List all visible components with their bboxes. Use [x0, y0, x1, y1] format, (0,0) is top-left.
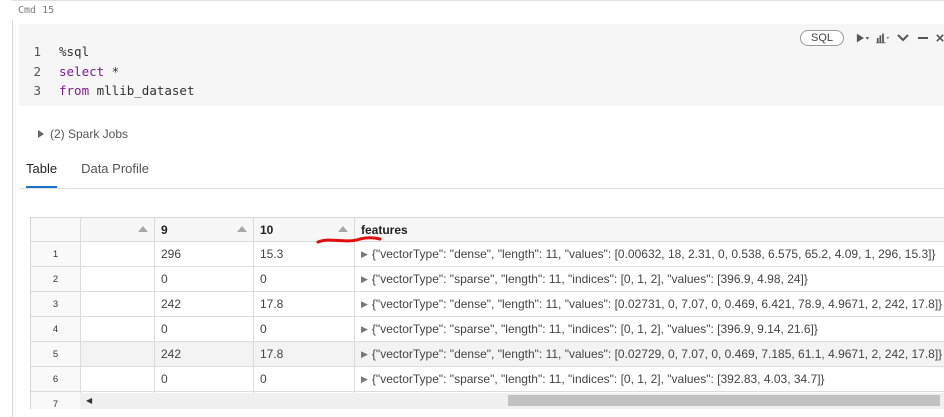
- table-row: 6 0 0 ▶ {"vectorType": "sparse", "length"…: [31, 367, 944, 392]
- expand-caret-icon[interactable]: ▶: [361, 249, 368, 260]
- code-text: %sql: [59, 44, 90, 59]
- column-header[interactable]: features: [355, 218, 944, 241]
- table-cell: [81, 242, 155, 266]
- table-cell: [81, 267, 155, 291]
- table-cell: 0: [254, 317, 355, 341]
- scroll-left-icon[interactable]: ◀: [86, 396, 92, 405]
- sort-arrow-icon[interactable]: [237, 226, 247, 232]
- table-cell: ▶ {"vectorType": "dense", "length": 11, "…: [355, 242, 944, 266]
- results-table: 9 10 features 1 296 15.3 ▶ {"vectorType":…: [30, 217, 944, 409]
- table-cell: 17.8: [254, 292, 355, 316]
- table-cell: [81, 292, 155, 316]
- table-cell: [81, 342, 155, 366]
- row-index: 2: [31, 267, 81, 291]
- column-header[interactable]: [81, 218, 155, 241]
- expand-caret-icon[interactable]: ▶: [361, 349, 368, 360]
- caret-right-icon: [38, 130, 44, 138]
- language-badge[interactable]: SQL: [799, 30, 844, 46]
- minimize-icon[interactable]: [916, 31, 930, 45]
- table-cell: 0: [155, 317, 254, 341]
- cell-top-divider: [12, 0, 944, 1]
- table-cell: 242: [155, 292, 254, 316]
- spark-jobs-toggle[interactable]: (2) Spark Jobs: [38, 127, 128, 141]
- table-row: 4 0 0 ▶ {"vectorType": "sparse", "length"…: [31, 317, 944, 342]
- sort-arrow-icon[interactable]: [338, 226, 348, 232]
- table-cell: ▶ {"vectorType": "dense", "length": 11, "…: [355, 342, 944, 366]
- line-number: 3: [33, 83, 41, 98]
- tabs-divider: [19, 188, 944, 189]
- table-cell: ▶ {"vectorType": "sparse", "length": 11, …: [355, 317, 944, 341]
- table-cell: 0: [254, 267, 355, 291]
- table-cell: [81, 317, 155, 341]
- cell-toolbar: SQL: [799, 28, 944, 48]
- features-value: {"vectorType": "dense", "length": 11, "v…: [371, 347, 943, 361]
- table-cell: ▶ {"vectorType": "dense", "length": 11, "…: [355, 292, 944, 316]
- tab-table[interactable]: Table: [26, 161, 58, 188]
- expand-caret-icon[interactable]: ▶: [361, 374, 368, 385]
- code-keyword: from: [59, 83, 90, 98]
- spark-jobs-label: (2) Spark Jobs: [50, 127, 129, 141]
- table-cell: 0: [254, 367, 355, 391]
- code-text: mllib_dataset: [89, 83, 195, 98]
- column-header-label: 10: [260, 222, 274, 237]
- chevron-down-icon[interactable]: [896, 31, 910, 45]
- code-line[interactable]: 2 select *: [19, 62, 119, 81]
- table-row: 2 0 0 ▶ {"vectorType": "sparse", "length"…: [31, 267, 944, 292]
- table-cell: 0: [155, 367, 254, 391]
- table-cell: 242: [155, 342, 254, 366]
- column-header[interactable]: 9: [155, 218, 254, 241]
- row-index: 6: [31, 367, 81, 391]
- code-line[interactable]: 1 %sql: [19, 42, 89, 61]
- features-value: {"vectorType": "sparse", "length": 11, "…: [371, 372, 825, 386]
- scrollbar-thumb[interactable]: [508, 395, 940, 406]
- table-cell: 0: [155, 267, 254, 291]
- sort-arrow-icon[interactable]: [138, 226, 148, 232]
- run-icon[interactable]: [856, 31, 870, 45]
- table-cell: 17.8: [254, 342, 355, 366]
- result-tabs: Table Data Profile: [26, 161, 149, 188]
- tab-data-profile[interactable]: Data Profile: [81, 161, 149, 188]
- table-row: 1 296 15.3 ▶ {"vectorType": "dense", "len…: [31, 242, 944, 267]
- row-index: 1: [31, 242, 81, 266]
- expand-caret-icon[interactable]: ▶: [361, 274, 368, 285]
- row-index: 4: [31, 317, 81, 341]
- code-line[interactable]: 3 from mllib_dataset: [19, 81, 194, 100]
- chart-icon[interactable]: [876, 31, 890, 45]
- row-index: 3: [31, 292, 81, 316]
- table-row: 3 242 17.8 ▶ {"vectorType": "dense", "len…: [31, 292, 944, 317]
- features-value: {"vectorType": "dense", "length": 11, "v…: [371, 247, 936, 261]
- table-cell: 296: [155, 242, 254, 266]
- annotation-underline: [316, 236, 382, 244]
- features-value: {"vectorType": "dense", "length": 11, "v…: [371, 297, 943, 311]
- code-text: *: [104, 64, 120, 79]
- table-cell: ▶ {"vectorType": "sparse", "length": 11, …: [355, 267, 944, 291]
- table-cell: [81, 367, 155, 391]
- features-value: {"vectorType": "sparse", "length": 11, "…: [371, 322, 818, 336]
- code-keyword: select: [59, 64, 105, 79]
- cell-label: Cmd 15: [18, 5, 55, 16]
- row-index: 7: [31, 392, 81, 409]
- expand-caret-icon[interactable]: ▶: [361, 299, 368, 310]
- expand-caret-icon[interactable]: ▶: [361, 324, 368, 335]
- table-header-row: 9 10 features: [31, 218, 944, 242]
- row-index-header: [31, 218, 81, 241]
- table-row: 5 242 17.8 ▶ {"vectorType": "dense", "len…: [31, 342, 944, 367]
- close-icon[interactable]: [936, 31, 944, 45]
- row-index: 5: [31, 342, 81, 366]
- line-number: 1: [33, 44, 41, 59]
- column-header-label: 9: [161, 222, 168, 237]
- features-value: {"vectorType": "sparse", "length": 11, "…: [371, 272, 808, 286]
- cell-left-border: [12, 20, 13, 417]
- table-cell: ▶ {"vectorType": "sparse", "length": 11, …: [355, 367, 944, 391]
- line-number: 2: [33, 64, 41, 79]
- horizontal-scrollbar[interactable]: ◀: [80, 393, 944, 409]
